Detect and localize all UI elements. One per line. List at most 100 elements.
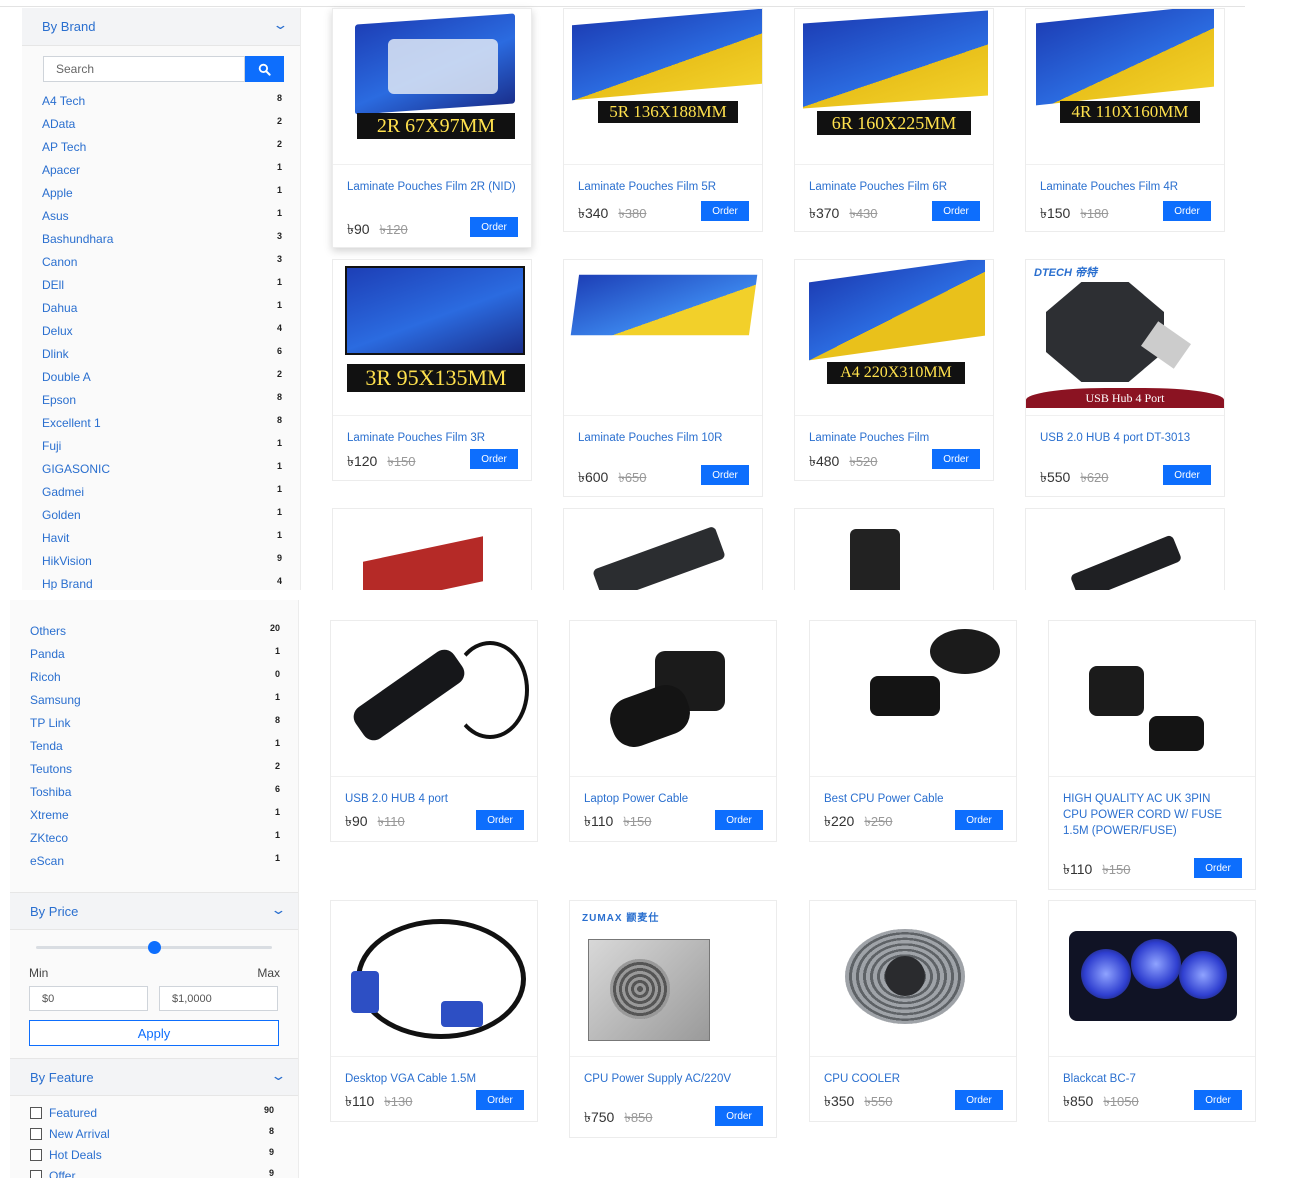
order-button[interactable]: Order	[955, 1090, 1003, 1110]
product-name[interactable]: Best CPU Power Cable	[824, 791, 994, 807]
product-name[interactable]: Laminate Pouches Film 10R	[578, 430, 748, 446]
brand-item[interactable]: Samsung 1	[30, 691, 280, 711]
brand-item[interactable]: Apacer 1	[42, 161, 282, 181]
order-button[interactable]: Order	[470, 449, 518, 469]
product-name[interactable]: Laminate Pouches Film 2R (NID)	[347, 179, 517, 195]
search-button[interactable]	[245, 56, 284, 82]
product-card[interactable]	[332, 508, 532, 590]
order-button[interactable]: Order	[1163, 201, 1211, 221]
brand-item[interactable]: Asus 1	[42, 207, 282, 227]
brand-item[interactable]: A4 Tech 8	[42, 92, 282, 112]
product-card[interactable]: 3R 95X135MM Laminate Pouches Film 3R ৳12…	[332, 259, 532, 481]
product-name[interactable]: Desktop VGA Cable 1.5M	[345, 1071, 515, 1087]
product-name[interactable]: CPU Power Supply AC/220V	[584, 1071, 754, 1087]
order-button[interactable]: Order	[476, 810, 524, 830]
product-card[interactable]: DTECH 帝特 USB Hub 4 Port USB 2.0 HUB 4 po…	[1025, 259, 1225, 497]
brand-search-input[interactable]	[43, 56, 245, 82]
brand-item[interactable]: Havit 1	[42, 529, 282, 549]
product-name[interactable]: Laminate Pouches Film 5R	[578, 179, 748, 195]
product-card[interactable]: Blackcat BC-7 ৳850 ৳1050 Order	[1048, 900, 1256, 1122]
brand-item[interactable]: Toshiba 6	[30, 783, 280, 803]
order-button[interactable]: Order	[470, 217, 518, 237]
product-name[interactable]: USB 2.0 HUB 4 port DT-3013	[1040, 430, 1210, 446]
product-name[interactable]: CPU COOLER	[824, 1071, 994, 1087]
brand-item[interactable]: Panda 1	[30, 645, 280, 665]
order-button[interactable]: Order	[955, 810, 1003, 830]
checkbox[interactable]	[30, 1128, 42, 1140]
brand-item[interactable]: Tenda 1	[30, 737, 280, 757]
product-card[interactable]	[1025, 508, 1225, 590]
brand-item[interactable]: HikVision 9	[42, 552, 282, 572]
feature-item[interactable]: New Arrival 8	[30, 1125, 274, 1145]
chevron-down-icon[interactable]: ⌄	[272, 17, 288, 33]
brand-item[interactable]: Xtreme 1	[30, 806, 280, 826]
brand-item[interactable]: Teutons 2	[30, 760, 280, 780]
brand-item[interactable]: Ricoh 0	[30, 668, 280, 688]
by-brand-header[interactable]: By Brand ⌄	[22, 8, 300, 46]
order-button[interactable]: Order	[1163, 465, 1211, 485]
order-button[interactable]: Order	[701, 465, 749, 485]
product-card[interactable]: 4R 110X160MM Laminate Pouches Film 4R ৳1…	[1025, 8, 1225, 232]
product-card[interactable]: USB 2.0 HUB 4 port ৳90 ৳110 Order	[330, 620, 538, 842]
product-name[interactable]: Laptop Power Cable	[584, 791, 754, 807]
max-price-field[interactable]: $1,0000	[159, 986, 278, 1011]
brand-item[interactable]: eScan 1	[30, 852, 280, 872]
checkbox[interactable]	[30, 1107, 42, 1119]
product-name[interactable]: HIGH QUALITY AC UK 3PIN CPU POWER CORD W…	[1063, 791, 1233, 839]
brand-item[interactable]: Dahua 1	[42, 299, 282, 319]
chevron-down-icon[interactable]: ⌄	[270, 902, 286, 918]
product-card[interactable]: ZUMAX 颛麦仕 CPU Power Supply AC/220V ৳750 ৳…	[569, 900, 777, 1138]
product-card[interactable]: HIGH QUALITY AC UK 3PIN CPU POWER CORD W…	[1048, 620, 1256, 890]
product-card[interactable]	[794, 508, 994, 590]
order-button[interactable]: Order	[1194, 1090, 1242, 1110]
brand-item[interactable]: DEll 1	[42, 276, 282, 296]
checkbox[interactable]	[30, 1170, 42, 1178]
product-card[interactable]: 5R 136X188MM Laminate Pouches Film 5R ৳3…	[563, 8, 763, 232]
by-price-header[interactable]: By Price ⌄	[10, 892, 298, 930]
brand-item[interactable]: AData 2	[42, 115, 282, 135]
brand-item[interactable]: Double A2	[42, 368, 282, 388]
feature-item[interactable]: Offer 9	[30, 1167, 274, 1178]
product-name[interactable]: USB 2.0 HUB 4 port	[345, 791, 515, 807]
min-price-field[interactable]: $0	[29, 986, 148, 1011]
brand-item[interactable]: TP Link 8	[30, 714, 280, 734]
product-card[interactable]: Best CPU Power Cable ৳220 ৳250 Order	[809, 620, 1017, 842]
brand-item[interactable]: Golden 1	[42, 506, 282, 526]
slider-handle[interactable]	[148, 941, 161, 954]
order-button[interactable]: Order	[715, 1106, 763, 1126]
brand-item[interactable]: Fuji 1	[42, 437, 282, 457]
chevron-down-icon[interactable]: ⌄	[270, 1068, 286, 1084]
product-card[interactable]: Laptop Power Cable ৳110 ৳150 Order	[569, 620, 777, 842]
order-button[interactable]: Order	[701, 201, 749, 221]
brand-item[interactable]: Delux 4	[42, 322, 282, 342]
brand-item[interactable]: AP Tech 2	[42, 138, 282, 158]
product-name[interactable]: Laminate Pouches Film	[809, 430, 979, 446]
order-button[interactable]: Order	[932, 201, 980, 221]
brand-item[interactable]: Bashundhara 3	[42, 230, 282, 250]
product-name[interactable]: Laminate Pouches Film 3R	[347, 430, 517, 446]
product-card[interactable]: Desktop VGA Cable 1.5M ৳110 ৳130 Order	[330, 900, 538, 1122]
product-card[interactable]: CPU COOLER ৳350 ৳550 Order	[809, 900, 1017, 1122]
brand-item[interactable]: Dlink 6	[42, 345, 282, 365]
brand-item[interactable]: Others 20	[30, 622, 280, 642]
order-button[interactable]: Order	[932, 449, 980, 469]
product-name[interactable]: Laminate Pouches Film 4R	[1040, 179, 1210, 195]
product-card[interactable]: 6R 160X225MM Laminate Pouches Film 6R ৳3…	[794, 8, 994, 232]
product-card[interactable]: 2R 67X97MM Laminate Pouches Film 2R (NID…	[332, 8, 532, 248]
product-name[interactable]: Blackcat BC-7	[1063, 1071, 1233, 1087]
brand-item[interactable]: Apple 1	[42, 184, 282, 204]
brand-item[interactable]: GIGASONIC 1	[42, 460, 282, 480]
brand-item[interactable]: Excellent 18	[42, 414, 282, 434]
by-feature-header[interactable]: By Feature ⌄	[10, 1058, 298, 1096]
brand-item[interactable]: Hp Brand 4	[42, 575, 282, 590]
order-button[interactable]: Order	[715, 810, 763, 830]
feature-item[interactable]: Hot Deals 9	[30, 1146, 274, 1166]
order-button[interactable]: Order	[476, 1090, 524, 1110]
product-name[interactable]: Laminate Pouches Film 6R	[809, 179, 979, 195]
brand-item[interactable]: Epson 8	[42, 391, 282, 411]
price-slider[interactable]	[36, 941, 272, 954]
brand-item[interactable]: Canon 3	[42, 253, 282, 273]
brand-item[interactable]: Gadmei 1	[42, 483, 282, 503]
product-card[interactable]: A4 220X310MM Laminate Pouches Film ৳480 ৳…	[794, 259, 994, 481]
brand-item[interactable]: ZKteco 1	[30, 829, 280, 849]
